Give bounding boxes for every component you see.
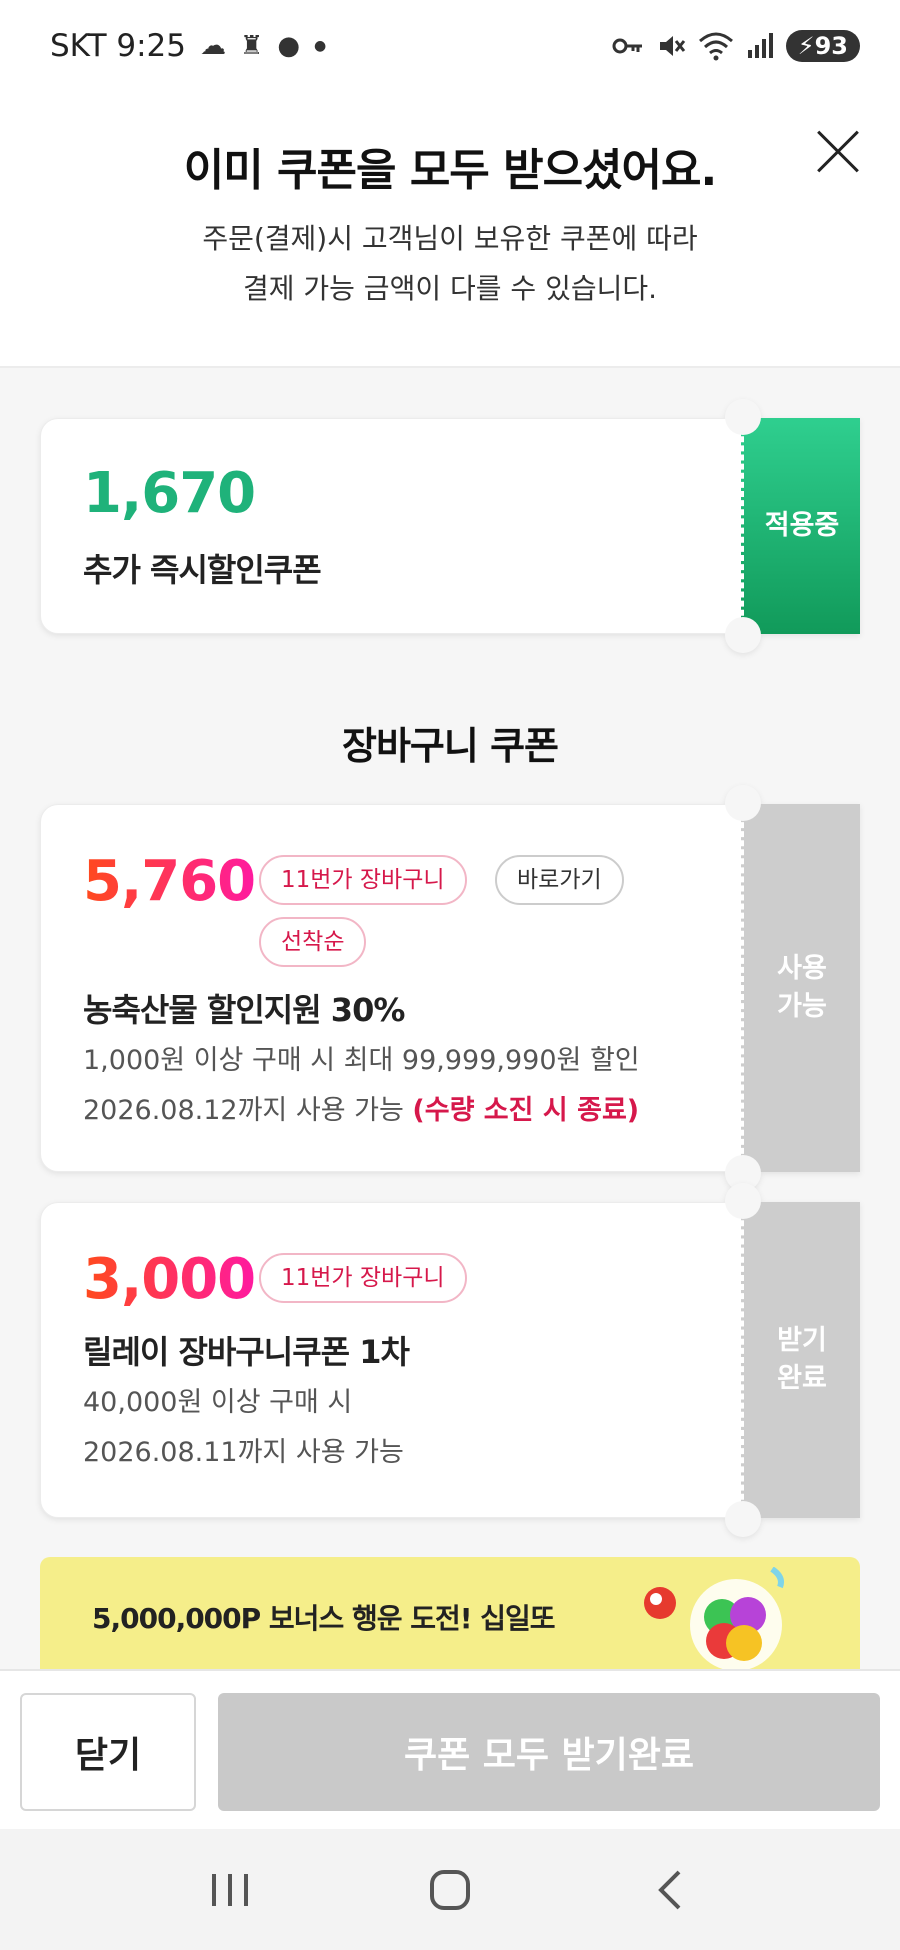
dot-icon: ●: [314, 38, 327, 54]
coupon-amount: 1,670: [83, 461, 256, 526]
coupon-body: 5,760 11번가 장바구니 바로가기 선착순 농축산물 할인지원 30% 1…: [40, 804, 741, 1172]
carrier-time: SKT 9:25: [50, 28, 187, 64]
tag-11st-cart: 11번가 장바구니: [259, 1253, 467, 1303]
lotto-ball-icon: [644, 1587, 676, 1619]
tag-first-come: 선착순: [259, 917, 367, 967]
instant-coupon-card: 1,670 추가 즉시할인쿠폰 적용중: [40, 399, 860, 653]
ticket-notch: [725, 399, 761, 435]
mute-icon: [659, 36, 685, 56]
ticket-notch: [725, 1501, 761, 1537]
ticket-notch: [725, 1183, 761, 1219]
cart-coupon-card: 3,000 11번가 장바구니 릴레이 장바구니쿠폰 1차 40,000원 이상…: [40, 1183, 860, 1537]
coupon-body: 3,000 11번가 장바구니 릴레이 장바구니쿠폰 1차 40,000원 이상…: [40, 1202, 741, 1518]
coupon-condition: 1,000원 이상 구매 시 최대 99,999,990원 할인: [83, 1045, 640, 1076]
close-icon[interactable]: [806, 122, 866, 182]
description-line-1: 주문(결제)시 고객님이 보유한 쿠폰에 따라: [202, 222, 698, 255]
coupon-status-applied: 적용중: [725, 399, 860, 653]
banner-text: 5,000,000P 보너스 행운 도전! 십일또: [92, 1602, 556, 1635]
status-line-2: 완료: [777, 1363, 827, 1394]
coupon-expiry-line: 2026.08.12까지 사용 가능 (수량 소진 시 종료): [83, 1087, 639, 1135]
chat-icon: ●: [277, 31, 301, 61]
coupon-name: 릴레이 장바구니쿠폰 1차: [83, 1333, 410, 1371]
coupon-amount: 5,760: [83, 849, 256, 914]
receive-all-coupons-button[interactable]: 쿠폰 모두 받기완료: [218, 1693, 880, 1811]
coupon-header: 이미 쿠폰을 모두 받으셨어요. 주문(결제)시 고객님이 보유한 쿠폰에 따라…: [0, 92, 900, 368]
shortcut-button[interactable]: 바로가기: [495, 855, 624, 905]
cloud-icon: ☁: [200, 31, 227, 61]
coupon-expiry: 2026.08.11까지 사용 가능: [83, 1437, 404, 1468]
bottom-action-bar: 닫기 쿠폰 모두 받기완료: [0, 1669, 900, 1829]
coupon-status-received: 받기 완료: [725, 1183, 860, 1537]
ticket-notch: [725, 785, 761, 821]
lotto-balls-icon: [690, 1567, 784, 1669]
description-line-2: 결제 가능 금액이 다를 수 있습니다.: [242, 272, 658, 305]
tag-11st-cart: 11번가 장바구니: [259, 855, 467, 905]
ticket-notch: [725, 617, 761, 653]
page-title: 이미 쿠폰을 모두 받으셨어요.: [183, 145, 717, 196]
status-right: ⚡93: [612, 30, 860, 62]
coupon-expiry: 2026.08.12까지 사용 가능: [83, 1095, 404, 1126]
home-icon[interactable]: [410, 1860, 490, 1920]
recent-apps-icon[interactable]: [190, 1860, 270, 1920]
wifi-icon: [698, 32, 733, 61]
coupon-body: 1,670 추가 즉시할인쿠폰: [40, 418, 741, 634]
battery-level: 93: [814, 32, 848, 60]
status-line-2: 가능: [777, 991, 827, 1022]
coupon-status-label: 적용중: [764, 510, 840, 541]
key-icon: [612, 38, 642, 54]
close-button[interactable]: 닫기: [20, 1693, 196, 1811]
status-left: SKT 9:25 ☁ ♜ ● ●: [50, 28, 326, 64]
status-bar: SKT 9:25 ☁ ♜ ● ● ⚡93: [0, 0, 900, 92]
coupon-condition: 40,000원 이상 구매 시: [83, 1387, 353, 1418]
status-line-1: 사용: [777, 953, 827, 984]
coupon-status-label: 받기 완료: [777, 1322, 827, 1398]
system-nav-bar: [0, 1829, 900, 1950]
coupon-status-label: 사용 가능: [777, 950, 827, 1026]
back-icon[interactable]: [630, 1860, 710, 1920]
lotto-banner[interactable]: 5,000,000P 보너스 행운 도전! 십일또: [40, 1557, 860, 1669]
coupon-name: 추가 즉시할인쿠폰: [83, 551, 322, 589]
cart-coupon-card: 5,760 11번가 장바구니 바로가기 선착순 농축산물 할인지원 30% 1…: [40, 785, 860, 1191]
coupon-note: (수량 소진 시 종료): [412, 1095, 640, 1126]
status-line-1: 받기: [777, 1325, 827, 1356]
app-icon: ♜: [240, 31, 264, 61]
coupon-name: 농축산물 할인지원 30%: [83, 991, 405, 1029]
header-description: 주문(결제)시 고객님이 보유한 쿠폰에 따라 결제 가능 금액이 다를 수 있…: [0, 214, 900, 314]
coupon-amount: 3,000: [83, 1247, 256, 1312]
section-title: 장바구니 쿠폰: [342, 724, 559, 768]
coupon-status-available[interactable]: 사용 가능: [725, 785, 860, 1191]
signal-icon: [747, 33, 773, 58]
battery-icon: ⚡93: [785, 30, 860, 62]
